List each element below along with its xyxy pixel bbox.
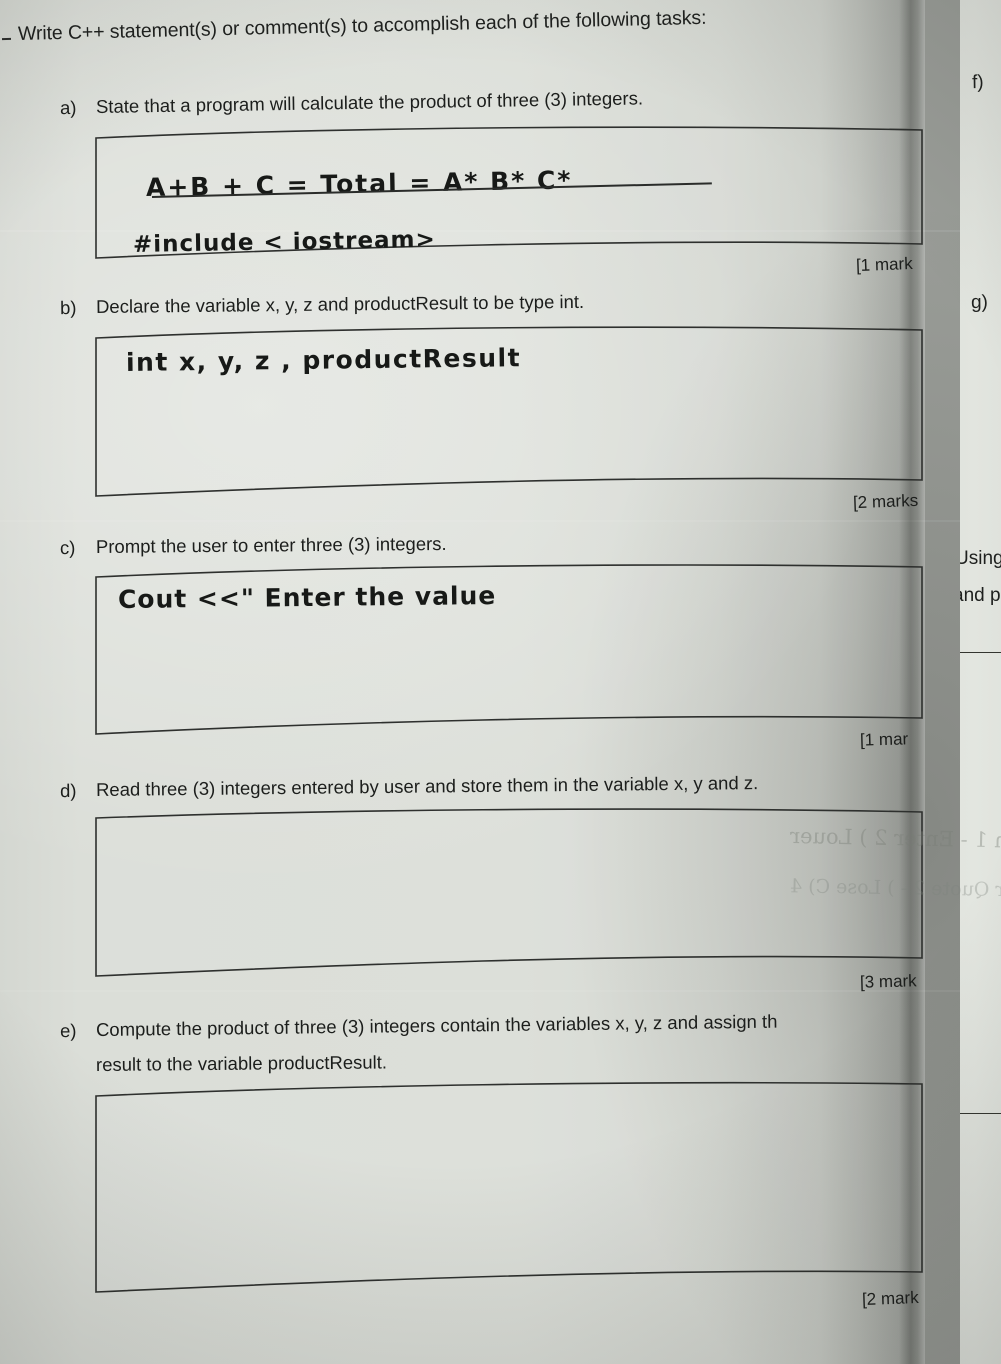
marks-d: [3 mark [859, 971, 917, 992]
prompt-d-vars-xy: x, y [673, 772, 703, 794]
prompt-e-productresult: productResult [267, 1051, 382, 1074]
marks-e: [2 mark [861, 1288, 919, 1309]
prompt-b-part5: to be type int. [467, 290, 585, 314]
prompt-b-vars: x, y, z [265, 293, 313, 316]
marks-c: [1 mar [859, 729, 909, 750]
question-label-a: a) [59, 96, 77, 119]
paper-crease [0, 520, 960, 522]
prompt-e-part1: result to the variable [95, 1052, 268, 1075]
handwriting-c-line1: Cout <<" Enter the value [117, 581, 497, 614]
prompt-d-var-z: z [743, 772, 754, 794]
prompt-d-part5: . [752, 772, 759, 794]
marks-a: [1 mark [855, 254, 913, 275]
prompt-b-part3: and [312, 293, 354, 315]
document-photo: Chapter 2 f) g) 5. Using and p Write C++… [0, 0, 1001, 1364]
question-label-c: c) [59, 536, 76, 559]
question-number-marker [1, 37, 12, 41]
question-prompt-c: Prompt the user to enter three (3) integ… [95, 532, 447, 557]
right-page-q5-line1: Using [955, 548, 1001, 569]
right-page-label-f: f) [971, 71, 984, 94]
prompt-b-part1: Declare the variable [95, 294, 266, 317]
prompt-e1-part3: and assign th [662, 1010, 778, 1034]
answer-box-e [95, 1081, 923, 1293]
answer-box-d [95, 808, 923, 977]
question-prompt-e-line2: result to the variable productResult. [96, 1051, 387, 1076]
prompt-b-productresult: productResult [353, 292, 469, 315]
handwriting-a-line2: #include < iostream> [132, 226, 437, 258]
right-page-answer-box [955, 652, 1001, 1114]
question-label-e: e) [59, 1019, 77, 1042]
right-page-label-g: g) [970, 291, 989, 314]
question-label-b: b) [59, 296, 77, 319]
prompt-e-part3: . [381, 1051, 388, 1073]
prompt-d-part3: and [702, 772, 744, 794]
marks-b: [2 marks [852, 490, 919, 513]
paper-crease [0, 990, 960, 992]
right-page-q5-line2: and p [953, 585, 1001, 606]
question-label-d: d) [59, 779, 77, 802]
prompt-e1-vars: x, y, z [615, 1012, 663, 1034]
handwriting-b-line1: int x, y, z , productResult [125, 343, 522, 377]
